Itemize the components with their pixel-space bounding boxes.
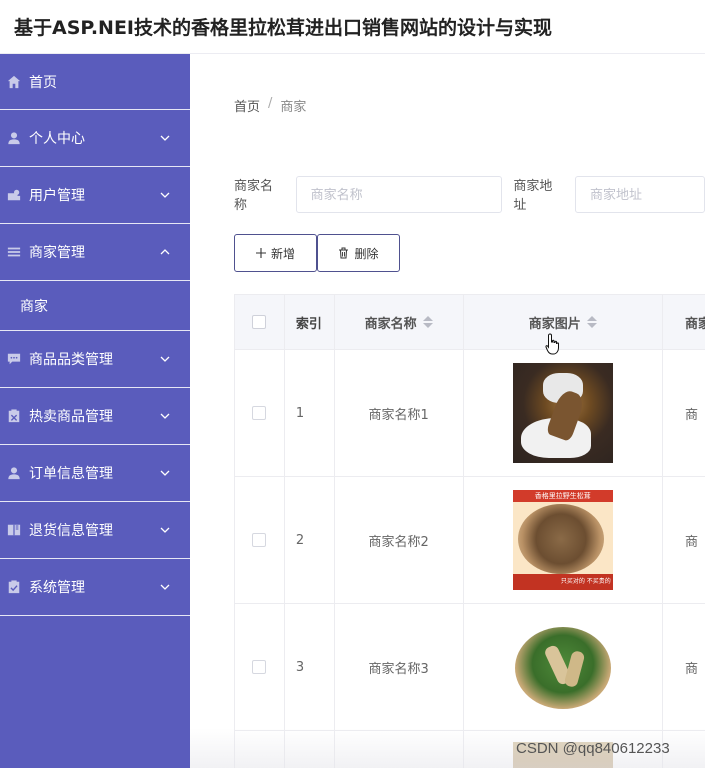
- app-title: 基于ASP.NEI技术的香格里拉松茸进出口销售网站的设计与实现: [14, 17, 552, 39]
- row-image-cell: [464, 350, 664, 476]
- merchant-table: 索引 商家名称 商家图片 商家 1 商家名称1 商 2 商家名称2 香格里拉野生…: [234, 294, 705, 768]
- sidebar: 首页 个人中心 用户管理 商家管理 商家 商品品类管理 热卖商品管理 订单信息管…: [0, 54, 190, 768]
- toolbar: 新增 删除: [234, 234, 400, 272]
- row-address: 商: [685, 661, 699, 677]
- chevron-down-icon: [160, 192, 170, 198]
- sidebar-item-label: 退货信息管理: [29, 523, 113, 539]
- merchant-image[interactable]: [512, 617, 613, 717]
- row-checkbox[interactable]: [252, 660, 267, 674]
- home-icon: [6, 74, 22, 90]
- row-address: 商: [685, 407, 699, 423]
- row-index: [285, 731, 335, 768]
- row-checkbox-cell: [235, 477, 285, 603]
- header-image-label: 商家图片: [528, 316, 581, 332]
- search-form: 商家名称 商家地址: [234, 175, 705, 213]
- row-checkbox[interactable]: [252, 406, 267, 420]
- sidebar-item-merchants[interactable]: 商家管理: [0, 224, 190, 281]
- sidebar-item-orders[interactable]: 订单信息管理: [0, 445, 190, 502]
- sidebar-item-label: 订单信息管理: [29, 466, 113, 482]
- add-button-label: 新增: [270, 246, 295, 261]
- sidebar-item-returns[interactable]: 退货信息管理: [0, 502, 190, 559]
- row-checkbox-cell: [235, 350, 285, 476]
- row-image-cell: [464, 604, 664, 730]
- chevron-up-icon: [160, 249, 170, 255]
- merchant-address-input[interactable]: [574, 175, 705, 213]
- app-header: 基于ASP.NEI技术的香格里拉松茸进出口销售网站的设计与实现: [0, 0, 705, 54]
- select-all-checkbox[interactable]: [252, 315, 267, 329]
- row-checkbox-cell: [235, 604, 285, 730]
- merchant-image[interactable]: 香格里拉野生松茸 只买对的 不买贵的: [512, 490, 613, 590]
- header-name-label: 商家名称: [364, 316, 417, 332]
- sidebar-item-label: 系统管理: [29, 580, 85, 596]
- row-checkbox-cell: [235, 731, 285, 768]
- merchant-name-input[interactable]: [295, 175, 503, 213]
- header-name[interactable]: 商家名称: [335, 295, 464, 349]
- row-name: 商家名称3: [335, 604, 464, 730]
- table-row[interactable]: 3 商家名称3 商: [235, 604, 705, 731]
- sidebar-item-label: 商品品类管理: [29, 352, 113, 368]
- user-icon: [6, 130, 22, 146]
- sort-icon[interactable]: [586, 316, 597, 328]
- breadcrumb-separator: /: [268, 96, 273, 111]
- chat-icon: [6, 351, 22, 367]
- chevron-down-icon: [160, 356, 170, 362]
- table-header: 索引 商家名称 商家图片 商家: [235, 294, 705, 350]
- sidebar-item-categories[interactable]: 商品品类管理: [0, 331, 190, 388]
- header-checkbox-cell: [235, 295, 285, 349]
- sidebar-item-hot-products[interactable]: 热卖商品管理: [0, 388, 190, 445]
- breadcrumb-home[interactable]: 首页: [234, 96, 260, 115]
- trash-icon: [338, 247, 349, 259]
- row-name: 商家名称2: [335, 477, 464, 603]
- list-icon: [6, 244, 22, 260]
- sidebar-item-system[interactable]: 系统管理: [0, 559, 190, 616]
- merchant-image[interactable]: [512, 363, 613, 463]
- sidebar-item-label: 热卖商品管理: [29, 409, 113, 425]
- table-row[interactable]: 1 商家名称1 商: [235, 350, 705, 477]
- user-manage-icon: [6, 187, 22, 203]
- delete-button-label: 删除: [354, 246, 379, 261]
- sidebar-item-label: 个人中心: [29, 131, 85, 147]
- plus-icon: [255, 248, 266, 258]
- table-row[interactable]: 2 商家名称2 香格里拉野生松茸 只买对的 不买贵的 商: [235, 477, 705, 604]
- clipboard-x-icon: [6, 408, 22, 424]
- row-index: 1: [285, 350, 335, 476]
- mouse-pointer-icon: [545, 333, 559, 355]
- sidebar-item-label: 商家管理: [29, 245, 85, 261]
- watermark: CSDN @qq840612233: [516, 740, 670, 757]
- sidebar-item-personal[interactable]: 个人中心: [0, 110, 190, 167]
- header-index: 索引: [285, 295, 335, 349]
- sidebar-item-label: 首页: [29, 74, 57, 91]
- merchant-address-label: 商家地址: [513, 179, 553, 213]
- header-image[interactable]: 商家图片: [464, 295, 664, 349]
- user-icon: [6, 465, 22, 481]
- image-banner-text: 香格里拉野生松茸: [512, 490, 613, 502]
- chevron-down-icon: [160, 527, 170, 533]
- image-footer-text: 只买对的 不买贵的: [512, 574, 613, 590]
- chevron-down-icon: [160, 470, 170, 476]
- chevron-down-icon: [160, 584, 170, 590]
- breadcrumb: 首页 / 商家: [234, 96, 306, 115]
- chevron-down-icon: [160, 135, 170, 141]
- add-button[interactable]: 新增: [234, 234, 317, 272]
- sort-icon[interactable]: [422, 316, 433, 328]
- sidebar-item-label: 用户管理: [29, 188, 85, 204]
- sidebar-item-users[interactable]: 用户管理: [0, 167, 190, 224]
- breadcrumb-current: 商家: [280, 100, 307, 115]
- clipboard-check-icon: [6, 579, 22, 595]
- chevron-down-icon: [160, 413, 170, 419]
- row-address: 商: [685, 534, 699, 550]
- header-address[interactable]: 商家: [663, 295, 705, 349]
- row-checkbox[interactable]: [252, 533, 267, 547]
- row-index: 2: [285, 477, 335, 603]
- row-index: 3: [285, 604, 335, 730]
- row-image-cell: 香格里拉野生松茸 只买对的 不买贵的: [464, 477, 664, 603]
- row-name: [335, 731, 464, 768]
- merchant-name-label: 商家名称: [234, 179, 274, 213]
- delete-button[interactable]: 删除: [317, 234, 400, 272]
- sidebar-subitem-merchant[interactable]: 商家: [0, 281, 190, 331]
- sidebar-item-home[interactable]: 首页: [0, 54, 190, 110]
- main-content: 首页 / 商家 商家名称 商家地址 新增 删除 索引 商家名称 商家图片: [190, 54, 705, 768]
- book-icon: [6, 522, 22, 538]
- row-name: 商家名称1: [335, 350, 464, 476]
